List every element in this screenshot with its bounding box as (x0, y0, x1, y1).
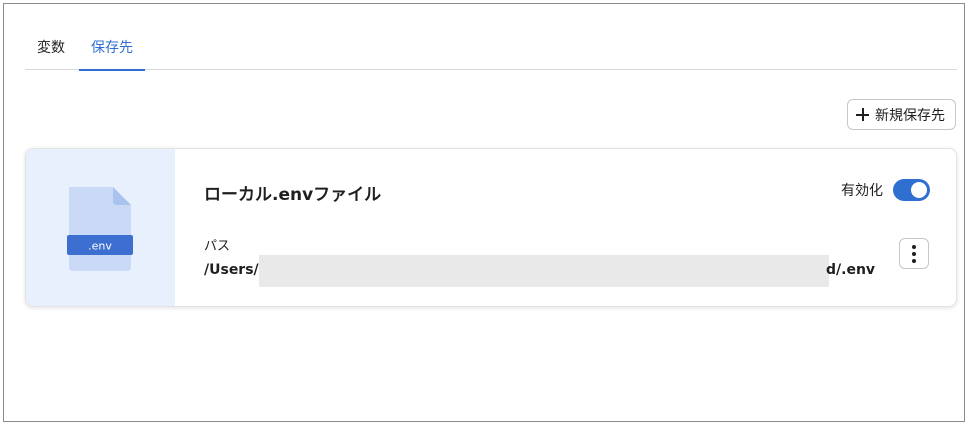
new-destination-button[interactable]: 新規保存先 (847, 99, 956, 130)
tab-bar: 変数 保存先 (25, 32, 957, 71)
destination-title: ローカル.envファイル (204, 185, 382, 205)
card-body: ローカル.envファイル 有効化 パス /Users/ d/.env (201, 149, 956, 306)
toggle-knob (911, 182, 927, 198)
env-file-icon: .env (67, 187, 133, 271)
enable-toggle-group: 有効化 (841, 179, 930, 201)
tab-destinations[interactable]: 保存先 (79, 32, 145, 71)
path-prefix: /Users/ (204, 262, 259, 278)
new-destination-label: 新規保存先 (875, 107, 945, 124)
path-label: パス (204, 239, 231, 254)
vertical-ellipsis-icon (912, 244, 916, 249)
path-value: /Users/ d/.env (204, 255, 875, 287)
vertical-ellipsis-icon (912, 251, 916, 256)
path-suffix: d/.env (826, 262, 876, 278)
window-frame: 変数 保存先 新規保存先 .env ローカル.envファイル 有効化 パス /U… (3, 3, 965, 422)
file-icon-label: .env (88, 240, 112, 253)
enable-label: 有効化 (841, 183, 883, 199)
plus-icon (856, 108, 869, 121)
tab-variables[interactable]: 変数 (25, 32, 77, 70)
card-icon-pane: .env (26, 149, 175, 306)
path-redacted-block (259, 255, 829, 287)
vertical-ellipsis-icon (912, 258, 916, 263)
destination-card: .env ローカル.envファイル 有効化 パス /Users/ d/.env (25, 148, 957, 307)
enable-toggle[interactable] (893, 179, 930, 201)
more-options-button[interactable] (899, 238, 929, 269)
